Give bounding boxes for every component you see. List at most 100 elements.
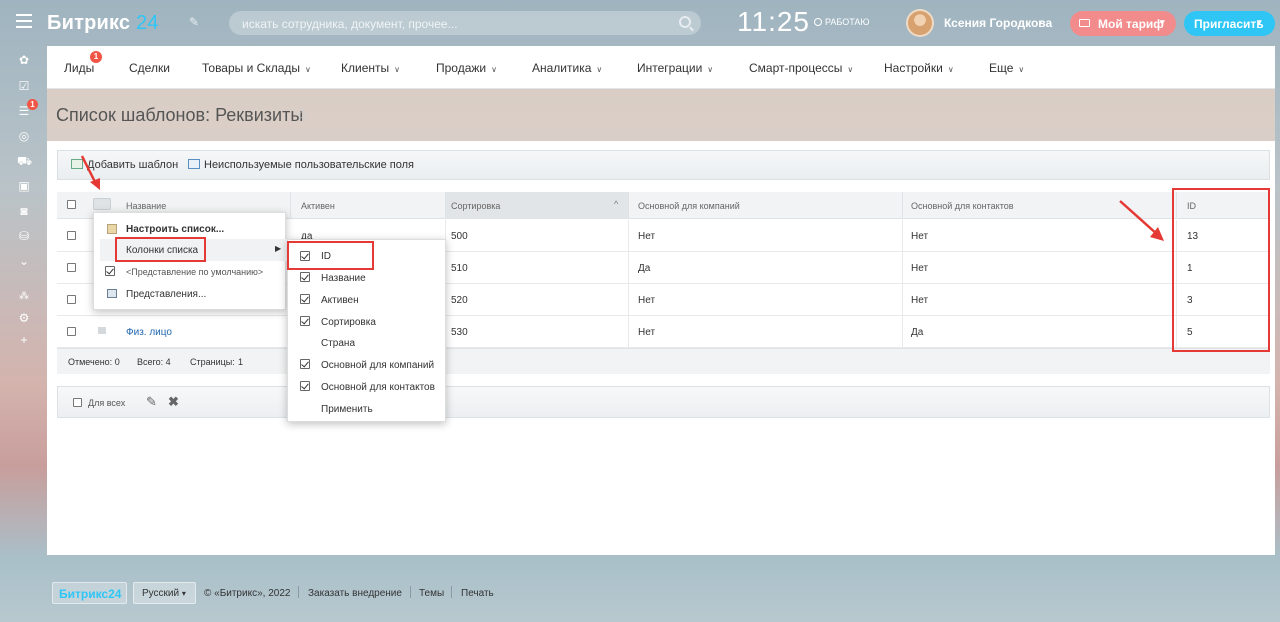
clock[interactable]: 11:25 — [737, 6, 810, 38]
cell-name-link[interactable]: Физ. лицо — [126, 327, 172, 338]
cell-contact: Нет — [911, 231, 929, 242]
language-label: Русский — [142, 588, 180, 599]
my-tariff-button[interactable]: Мой тариф ▾ — [1070, 11, 1176, 36]
column-option-sort[interactable]: Сортировка — [321, 317, 376, 328]
column-checkbox[interactable] — [300, 381, 310, 391]
action-panel: Для всех ✎ ✖ — [57, 386, 1270, 418]
column-checkbox[interactable] — [300, 272, 310, 282]
row-checkbox[interactable] — [67, 231, 76, 240]
row-menu-icon[interactable] — [98, 327, 106, 334]
cell-contact: Нет — [911, 295, 929, 306]
more-icon[interactable]: ⌄ — [17, 254, 31, 268]
footer-logo[interactable]: Битрикс24 — [52, 582, 127, 604]
robot-icon[interactable]: ◙ — [17, 204, 31, 218]
chevron-down-icon: ▾ — [181, 589, 186, 598]
menu-item-leads[interactable]: Лиды — [64, 61, 94, 75]
menu-item-sales[interactable]: Продажи ∨ — [436, 61, 497, 75]
search-placeholder: искать сотрудника, документ, прочее... — [242, 17, 458, 31]
column-header-name[interactable]: Название — [126, 201, 166, 211]
menu-item-smart-processes[interactable]: Смарт-процессы ∨ — [749, 61, 853, 75]
chevron-down-icon: ∨ — [491, 65, 497, 74]
column-header-contact[interactable]: Основной для контактов — [911, 201, 1014, 211]
unused-fields-label: Неиспользуемые пользовательские поля — [204, 159, 415, 171]
cell-contact: Нет — [911, 263, 929, 274]
column-option-active[interactable]: Активен — [321, 295, 359, 306]
menu-item-clients[interactable]: Клиенты ∨ — [341, 61, 400, 75]
menu-item-deals[interactable]: Сделки — [129, 61, 170, 75]
row-checkbox[interactable] — [67, 263, 76, 272]
app-logo[interactable]: Битрикс 24 — [47, 12, 159, 35]
work-status[interactable]: РАБОТАЮ — [814, 17, 870, 27]
row-checkbox[interactable] — [67, 295, 76, 304]
tariff-label: Мой тариф — [1098, 17, 1164, 31]
print-link[interactable]: Печать — [461, 588, 494, 599]
default-view-item[interactable]: <Представление по умолчанию> — [126, 267, 263, 277]
column-checkbox[interactable] — [300, 294, 310, 304]
edit-pencil-icon[interactable]: ✎ — [146, 394, 157, 410]
grid-settings-icon[interactable] — [93, 198, 111, 210]
avatar[interactable] — [906, 9, 934, 37]
menu-item-more[interactable]: Еще ∨ — [989, 61, 1024, 75]
column-option-contact[interactable]: Основной для контактов — [321, 382, 435, 393]
feed-icon[interactable]: ✿ — [17, 53, 31, 67]
menu-item-integrations[interactable]: Интеграции ∨ — [637, 61, 713, 75]
default-view-checkbox[interactable] — [105, 266, 115, 276]
chevron-right-icon: ▶ — [275, 244, 282, 253]
chevron-down-icon[interactable]: ⌄ — [1037, 15, 1045, 26]
copyright: © «Битрикс», 2022 — [204, 588, 291, 599]
chevron-down-icon: ∨ — [947, 65, 954, 74]
chevron-down-icon: ∨ — [596, 65, 603, 74]
page-number[interactable]: 1 — [238, 357, 243, 367]
column-checkbox[interactable] — [300, 316, 310, 326]
order-implementation-link[interactable]: Заказать внедрение — [308, 588, 402, 599]
edit-pencil-icon[interactable]: ✎ — [189, 15, 199, 29]
for-all-checkbox[interactable] — [73, 398, 82, 407]
language-select[interactable]: Русский ▾ — [133, 582, 196, 604]
views-item[interactable]: Представления... — [126, 289, 206, 300]
search-icon[interactable] — [679, 16, 691, 28]
menu-burger-icon[interactable] — [16, 14, 32, 28]
menu-item-analytics[interactable]: Аналитика ∨ — [532, 61, 602, 75]
invite-button[interactable]: Пригласить ▾ — [1184, 11, 1275, 36]
menu-item-label: Аналитика — [532, 61, 592, 75]
cell-sort: 520 — [451, 295, 468, 306]
unused-fields-button[interactable]: Неиспользуемые пользовательские поля — [188, 159, 414, 171]
column-header-active[interactable]: Активен — [301, 201, 335, 211]
cell-sort: 530 — [451, 327, 468, 338]
themes-link[interactable]: Темы — [419, 588, 444, 599]
add-icon[interactable]: + — [17, 333, 31, 347]
cell-company: Да — [638, 263, 651, 274]
menu-item-label: Интеграции — [637, 61, 703, 75]
star-icon[interactable]: ☆ — [295, 105, 309, 125]
row-checkbox[interactable] — [67, 327, 76, 336]
configure-list-item[interactable]: Настроить список... — [126, 224, 224, 235]
column-option-company[interactable]: Основной для компаний — [321, 360, 434, 371]
column-header-company[interactable]: Основной для компаний — [638, 201, 740, 211]
contacts-icon[interactable]: ▣ — [17, 179, 31, 193]
column-header-sort[interactable]: Сортировка — [451, 201, 500, 211]
menu-item-label: Лиды — [64, 61, 95, 75]
delete-icon[interactable]: ✖ — [168, 394, 179, 410]
logo-text: Битрикс — [47, 12, 131, 34]
apply-button[interactable]: Применить — [321, 404, 373, 415]
battery-icon — [1079, 19, 1090, 27]
menu-item-goods[interactable]: Товары и Склады ∨ — [202, 61, 311, 75]
menu-item-label: Настройки — [884, 61, 943, 75]
shop-icon[interactable]: ⛟ — [17, 154, 32, 168]
search-input[interactable]: искать сотрудника, документ, прочее... — [229, 11, 701, 35]
highlight-box — [287, 241, 374, 270]
column-option-country[interactable]: Страна — [321, 338, 355, 349]
tasks-icon[interactable]: ☑ — [17, 79, 31, 93]
structure-icon[interactable]: ⁂ — [17, 290, 31, 304]
goal-icon[interactable]: ◎ — [17, 129, 31, 143]
column-option-name[interactable]: Название — [321, 273, 366, 284]
user-name[interactable]: Ксения Городкова — [944, 16, 1052, 30]
crm-badge: 1 — [27, 99, 38, 110]
column-checkbox[interactable] — [300, 359, 310, 369]
cell-company: Нет — [638, 327, 656, 338]
select-all-checkbox[interactable] — [67, 200, 76, 209]
table-row[interactable] — [57, 316, 1270, 348]
settings-icon[interactable]: ⚙ — [17, 311, 31, 325]
storage-icon[interactable]: ⛁ — [17, 229, 31, 243]
menu-item-settings[interactable]: Настройки ∨ — [884, 61, 954, 75]
